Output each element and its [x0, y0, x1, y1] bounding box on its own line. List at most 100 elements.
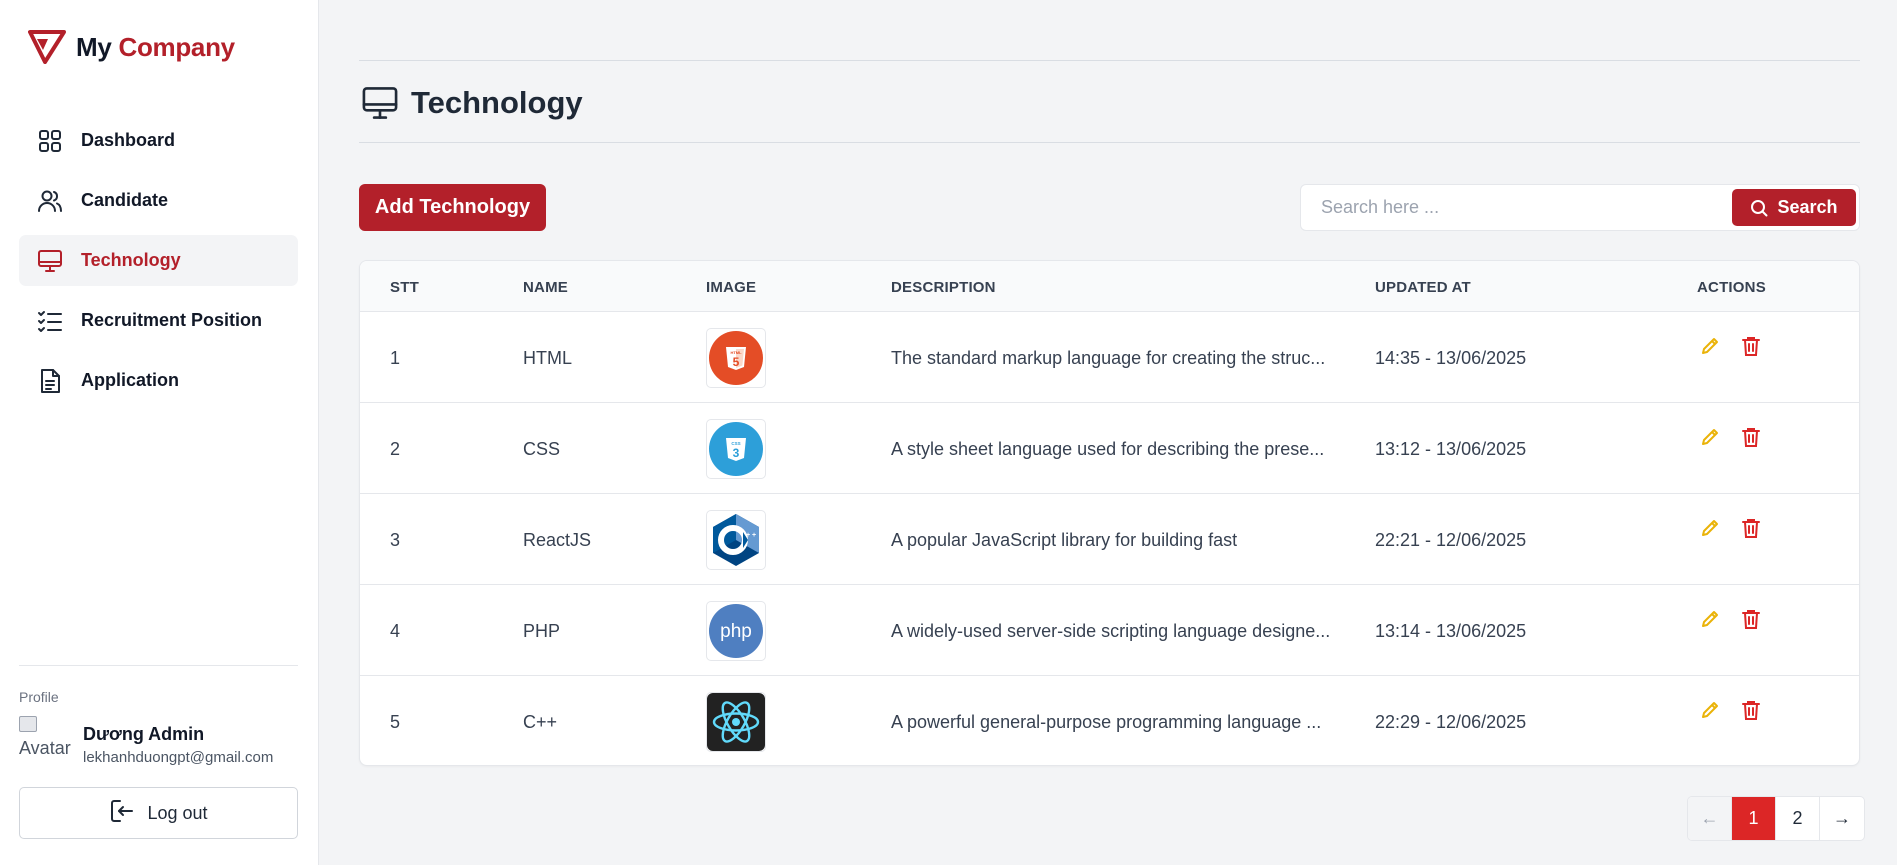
cell-description: A widely-used server-side scripting lang… [891, 621, 1331, 641]
column-header-stt[interactable]: STT [390, 279, 419, 296]
column-header-description[interactable]: DESCRIPTION [891, 279, 996, 296]
monitor-icon [362, 87, 398, 119]
search-button-label: Search [1777, 197, 1838, 217]
edit-icon[interactable] [1697, 515, 1723, 541]
cell-name: CSS [523, 439, 561, 459]
logout-label: Log out [147, 802, 208, 823]
logout-icon [109, 798, 135, 829]
sidebar-item-dashboard[interactable]: Dashboard [19, 115, 298, 166]
sidebar-item-label: Application [81, 370, 179, 390]
next-page-button[interactable]: → [1820, 797, 1864, 840]
monitor-icon [36, 247, 63, 274]
sidebar-divider [19, 665, 298, 666]
cell-description: A style sheet language used for describi… [891, 439, 1325, 459]
logo-mark-icon [28, 30, 66, 64]
checklist-icon [36, 307, 63, 334]
page-button-2[interactable]: 2 [1776, 797, 1820, 840]
avatar-alt-text: Avatar [19, 738, 71, 758]
sidebar-item-label: Dashboard [81, 130, 176, 150]
column-header-updated-at[interactable]: UPDATED AT [1375, 279, 1471, 296]
brand-part2: Company [118, 31, 235, 62]
cell-description: A powerful general-purpose programming l… [891, 712, 1322, 732]
css3-logo: CSS 3 [706, 419, 766, 479]
sidebar-item-label: Technology [81, 250, 181, 270]
top-divider [359, 60, 1860, 61]
cell-updated-at: 13:12 - 13/06/2025 [1375, 439, 1527, 459]
delete-icon[interactable] [1738, 424, 1764, 450]
add-technology-button[interactable]: Add Technology [359, 184, 546, 231]
svg-text:php: php [720, 621, 752, 642]
avatar: Avatar [19, 716, 71, 764]
cell-stt: 5 [390, 712, 401, 732]
cell-updated-at: 14:35 - 13/06/2025 [1375, 348, 1527, 368]
column-header-name[interactable]: NAME [523, 279, 568, 296]
logout-button[interactable]: Log out [19, 787, 298, 839]
cell-stt: 3 [390, 530, 401, 550]
sidebar-item-technology[interactable]: Technology [19, 235, 298, 286]
technology-table: STT NAME IMAGE DESCRIPTION UPDATED AT AC… [359, 260, 1860, 766]
column-header-actions: ACTIONS [1697, 279, 1766, 296]
sidebar: My Company Dashboard Candidate Technolog… [0, 0, 319, 865]
grid-icon [36, 127, 63, 154]
edit-icon[interactable] [1697, 424, 1723, 450]
cell-updated-at: 13:14 - 13/06/2025 [1375, 621, 1527, 641]
brand-logo[interactable]: My Company [28, 30, 235, 64]
table-header: STT NAME IMAGE DESCRIPTION UPDATED AT AC… [360, 261, 1859, 312]
delete-icon[interactable] [1738, 606, 1764, 632]
sidebar-item-candidate[interactable]: Candidate [19, 175, 298, 226]
svg-text:3: 3 [733, 446, 740, 460]
document-icon [36, 367, 63, 394]
cell-name: C++ [523, 712, 558, 732]
page-title-text: Technology [411, 85, 583, 120]
column-header-image[interactable]: IMAGE [706, 279, 756, 296]
sidebar-item-label: Candidate [81, 190, 169, 210]
brand-name: My Company [76, 32, 235, 63]
cell-updated-at: 22:29 - 12/06/2025 [1375, 712, 1527, 732]
prev-page-button[interactable]: ← [1688, 797, 1732, 840]
search-icon [1751, 199, 1768, 216]
cell-name: ReactJS [523, 530, 592, 550]
cell-description: A popular JavaScript library for buildin… [891, 530, 1238, 550]
delete-icon[interactable] [1738, 333, 1764, 359]
delete-icon[interactable] [1738, 697, 1764, 723]
page-button-1[interactable]: 1 [1732, 797, 1776, 840]
profile-caption: Profile [19, 689, 59, 705]
cell-description: The standard markup language for creatin… [891, 348, 1326, 368]
svg-text:5: 5 [733, 355, 740, 369]
page-title: Technology [361, 84, 583, 122]
cell-stt: 2 [390, 439, 401, 459]
delete-icon[interactable] [1738, 515, 1764, 541]
edit-icon[interactable] [1697, 333, 1723, 359]
html5-logo: HTML 5 [706, 328, 766, 388]
users-icon [36, 187, 63, 214]
sidebar-item-recruitment-position[interactable]: Recruitment Position [19, 295, 298, 346]
brand-part1: My [76, 31, 112, 62]
table-row[interactable]: 4 PHP php A widely-used server-side scri… [360, 585, 1859, 676]
cpp-logo: + + [706, 510, 766, 570]
search-input[interactable] [1301, 185, 1731, 230]
cell-stt: 1 [390, 348, 401, 368]
pagination: ← 1 2 → [1687, 796, 1865, 841]
svg-text:+: + [746, 532, 750, 539]
svg-text:+: + [752, 532, 756, 539]
table-row[interactable]: 2 CSS CSS 3 A style sheet language used … [360, 403, 1859, 494]
broken-image-icon [19, 716, 37, 732]
edit-icon[interactable] [1697, 697, 1723, 723]
profile-email: lekhanhduongpt@gmail.com [83, 749, 274, 766]
edit-icon[interactable] [1697, 606, 1723, 632]
sidebar-nav: Dashboard Candidate Technology Recruitme… [19, 115, 298, 415]
profile-card[interactable]: Avatar Dương Admin lekhanhduongpt@gmail.… [19, 716, 273, 766]
php-logo: php [706, 601, 766, 661]
search-box: Search [1300, 184, 1860, 231]
react-logo [706, 692, 766, 752]
table-row[interactable]: 3 ReactJS + + A popular JavaScript libra… [360, 494, 1859, 585]
cell-updated-at: 22:21 - 12/06/2025 [1375, 530, 1527, 550]
profile-name: Dương Admin [83, 724, 205, 744]
table-row[interactable]: 1 HTML HTML 5 The standard markup langua… [360, 312, 1859, 403]
cell-name: PHP [523, 621, 561, 641]
cell-stt: 4 [390, 621, 401, 641]
cell-name: HTML [523, 348, 572, 368]
table-row[interactable]: 5 C++ A powerful general-purpose program… [360, 676, 1859, 765]
sidebar-item-application[interactable]: Application [19, 355, 298, 406]
search-button[interactable]: Search [1732, 189, 1856, 226]
